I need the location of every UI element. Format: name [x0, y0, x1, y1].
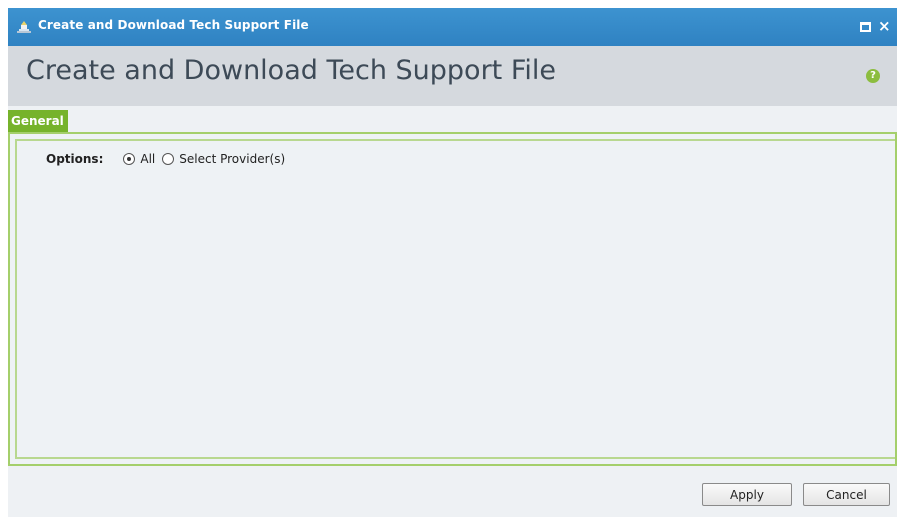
- radio-select-providers-label[interactable]: Select Provider(s): [179, 152, 285, 166]
- page-title: Create and Download Tech Support File: [26, 55, 557, 86]
- app-icon: [17, 21, 31, 33]
- apply-button[interactable]: Apply: [702, 483, 792, 506]
- options-label: Options:: [46, 152, 104, 166]
- cancel-button[interactable]: Cancel: [803, 483, 890, 506]
- close-icon[interactable]: ×: [878, 17, 891, 35]
- radio-all[interactable]: [123, 153, 136, 165]
- help-icon[interactable]: ?: [866, 69, 880, 83]
- page-header: Create and Download Tech Support File ?: [8, 46, 897, 106]
- general-panel: [8, 132, 897, 466]
- maximize-icon[interactable]: [860, 22, 871, 32]
- tab-general[interactable]: General: [8, 110, 68, 132]
- options-row: Options: All Select Provider(s): [46, 150, 292, 168]
- title-bar[interactable]: Create and Download Tech Support File ×: [8, 8, 897, 46]
- window-title: Create and Download Tech Support File: [38, 18, 309, 32]
- panel-inner-frame: [15, 139, 895, 459]
- radio-all-label[interactable]: All: [140, 152, 155, 166]
- radio-select-providers[interactable]: [162, 153, 175, 165]
- dialog-window: Create and Download Tech Support File × …: [8, 8, 897, 517]
